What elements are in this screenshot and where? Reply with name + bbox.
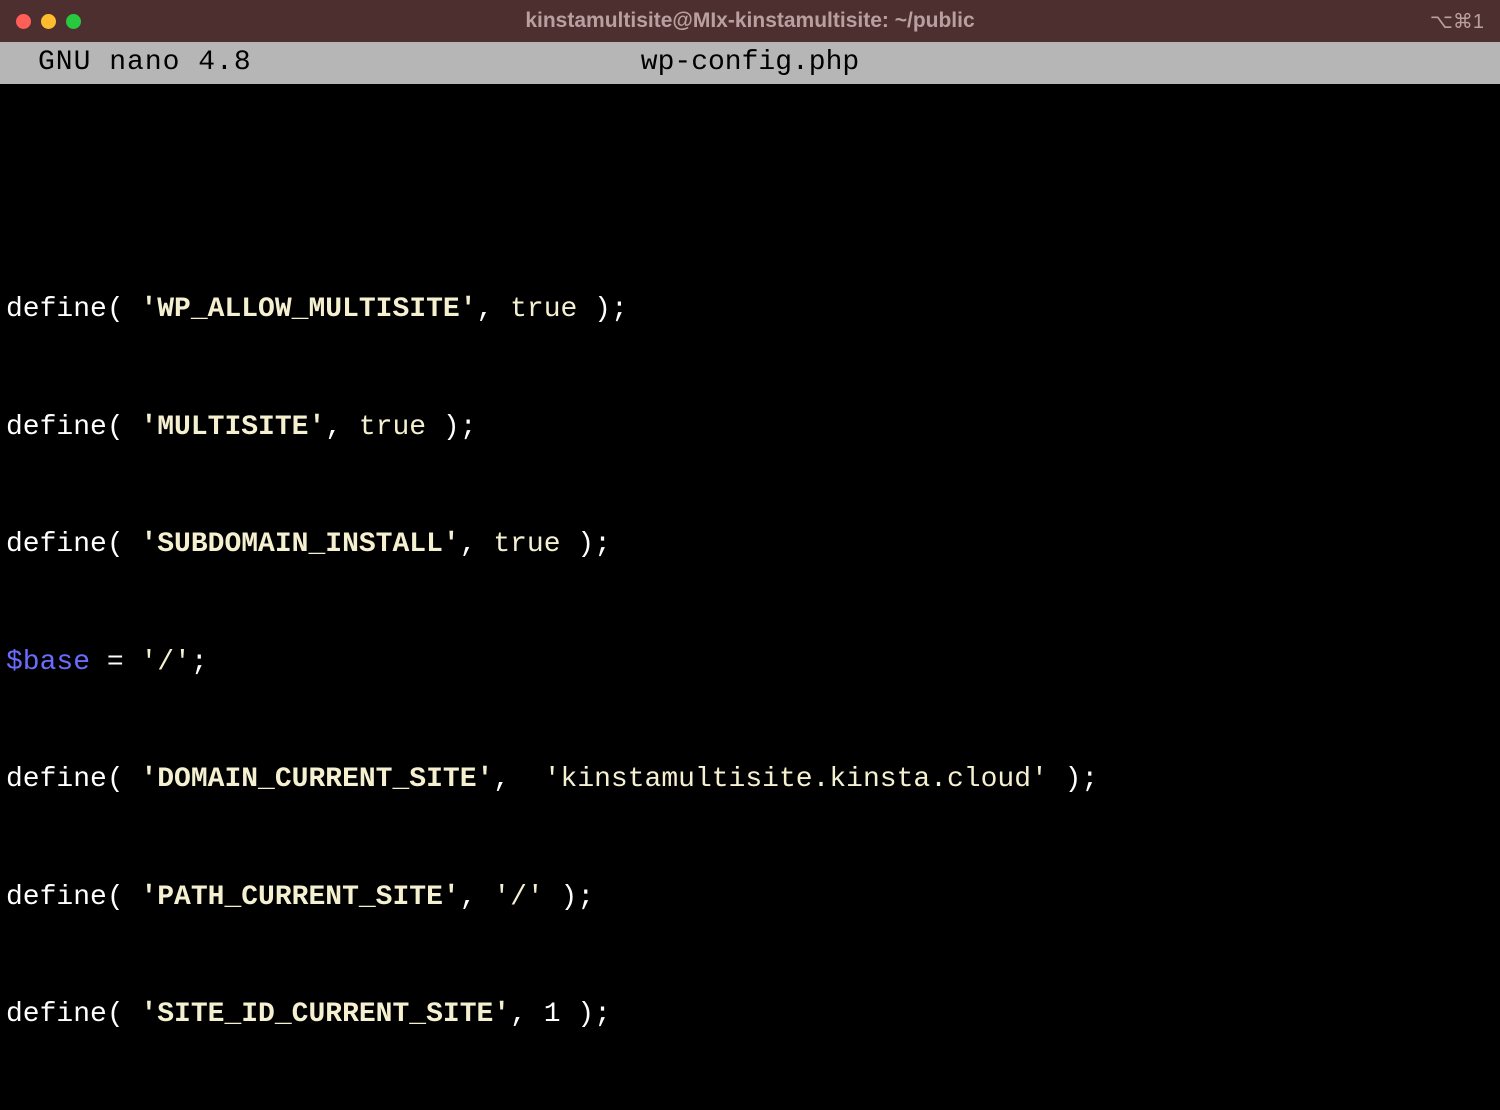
- nano-filename: wp-config.php: [641, 43, 859, 82]
- terminal-area[interactable]: GNU nano 4.8 wp-config.php define( 'WP_A…: [0, 42, 1500, 555]
- nano-statusbar: GNU nano 4.8 wp-config.php: [0, 42, 1500, 84]
- window-titlebar: kinstamultisite@MIx-kinstamultisite: ~/p…: [0, 0, 1500, 42]
- zoom-window-button[interactable]: [66, 14, 81, 29]
- code-line-2: define( 'MULTISITE', true );: [6, 408, 1494, 447]
- code-line-3: define( 'SUBDOMAIN_INSTALL', true );: [6, 525, 1494, 564]
- code-line-1: define( 'WP_ALLOW_MULTISITE', true );: [6, 290, 1494, 329]
- code-line-4: $base = '/';: [6, 643, 1494, 682]
- window-shortcut-hint: ⌥⌘1: [1430, 9, 1484, 34]
- traffic-lights: [16, 14, 81, 29]
- window-title: kinstamultisite@MIx-kinstamultisite: ~/p…: [525, 9, 974, 33]
- code-area[interactable]: define( 'WP_ALLOW_MULTISITE', true ); de…: [0, 84, 1500, 1110]
- minimize-window-button[interactable]: [41, 14, 56, 29]
- code-line-5: define( 'DOMAIN_CURRENT_SITE', 'kinstamu…: [6, 760, 1494, 799]
- blank-line: [6, 172, 1494, 211]
- code-line-7: define( 'SITE_ID_CURRENT_SITE', 1 );: [6, 995, 1494, 1034]
- code-line-6: define( 'PATH_CURRENT_SITE', '/' );: [6, 878, 1494, 917]
- close-window-button[interactable]: [16, 14, 31, 29]
- nano-editor-name: GNU nano 4.8: [10, 43, 252, 82]
